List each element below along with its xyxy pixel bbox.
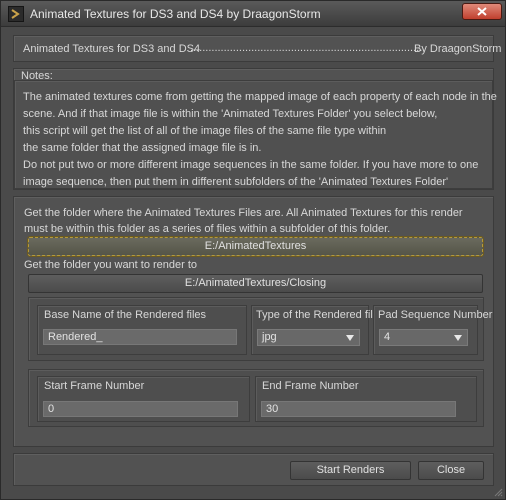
start-frame-input[interactable]: 0 bbox=[43, 401, 238, 417]
notes-line: Do not put two or more different image s… bbox=[23, 159, 479, 171]
options-group: Base Name of the Rendered files Rendered… bbox=[28, 297, 492, 361]
window-close-button[interactable] bbox=[462, 3, 502, 20]
pad-sequence-label: Pad Sequence Number bbox=[378, 309, 493, 321]
script-dialog-window: Animated Textures for DS3 and DS4 by Dra… bbox=[0, 0, 506, 500]
start-frame-group: Start Frame Number 0 bbox=[37, 376, 250, 422]
pad-sequence-value: 4 bbox=[384, 331, 391, 343]
notes-line: image sequence, then put them in differe… bbox=[23, 176, 449, 188]
window-title: Animated Textures for DS3 and DS4 by Dra… bbox=[30, 7, 321, 21]
title-bar[interactable]: Animated Textures for DS3 and DS4 by Dra… bbox=[1, 1, 505, 27]
frames-group: Start Frame Number 0 End Frame Number 30 bbox=[28, 369, 484, 427]
pad-sequence-select[interactable]: 4 bbox=[379, 329, 468, 346]
start-frame-label: Start Frame Number bbox=[44, 380, 145, 392]
end-frame-group: End Frame Number 30 bbox=[255, 376, 477, 422]
close-button[interactable]: Close bbox=[418, 461, 484, 480]
footer-panel: Start Renders Close bbox=[13, 453, 494, 486]
file-type-value: jpg bbox=[262, 331, 277, 343]
notes-box: The animated textures come from getting … bbox=[14, 80, 497, 189]
end-frame-input[interactable]: 30 bbox=[261, 401, 456, 417]
header-right-text: By DraagonStorm bbox=[414, 43, 502, 55]
notes-panel: Notes: The animated textures come from g… bbox=[13, 68, 497, 190]
daz-script-icon bbox=[8, 6, 24, 22]
resize-grip-icon[interactable] bbox=[493, 487, 503, 497]
file-type-select[interactable]: jpg bbox=[257, 329, 360, 346]
notes-line: this script will get the list of all of … bbox=[23, 125, 387, 137]
notes-line: scene. And if that image file is within … bbox=[23, 108, 438, 120]
chevron-down-icon bbox=[346, 335, 354, 341]
render-folder-text: Get the folder you want to render to bbox=[24, 259, 198, 271]
render-folder-button[interactable]: E:/AnimatedTextures/Closing bbox=[28, 274, 483, 293]
source-folder-text-2: must be within this folder as a series o… bbox=[24, 223, 391, 235]
start-renders-button[interactable]: Start Renders bbox=[290, 461, 411, 480]
base-name-label: Base Name of the Rendered files bbox=[44, 309, 207, 321]
notes-line: the same folder that the assigned image … bbox=[23, 142, 262, 154]
source-folder-button[interactable]: E:/AnimatedTextures bbox=[27, 236, 484, 257]
header-left-text: Animated Textures for DS3 and DS4 bbox=[23, 43, 201, 55]
file-type-label: Type of the Rendered files bbox=[256, 309, 385, 321]
notes-line: The animated textures come from getting … bbox=[23, 91, 497, 103]
settings-panel: Get the folder where the Animated Textur… bbox=[13, 196, 494, 447]
header-panel: Animated Textures for DS3 and DS4 ......… bbox=[13, 35, 501, 62]
pad-sequence-group: Pad Sequence Number 4 bbox=[373, 305, 492, 355]
source-folder-text-1: Get the folder where the Animated Textur… bbox=[24, 207, 463, 219]
base-name-input[interactable]: Rendered_ bbox=[43, 329, 237, 345]
base-name-group: Base Name of the Rendered files Rendered… bbox=[37, 305, 247, 355]
close-x-icon bbox=[477, 7, 487, 16]
end-frame-label: End Frame Number bbox=[262, 380, 359, 392]
file-type-group: Type of the Rendered files jpg bbox=[251, 305, 384, 355]
header-dots: ........................................… bbox=[190, 42, 422, 54]
chevron-down-icon bbox=[454, 335, 462, 341]
